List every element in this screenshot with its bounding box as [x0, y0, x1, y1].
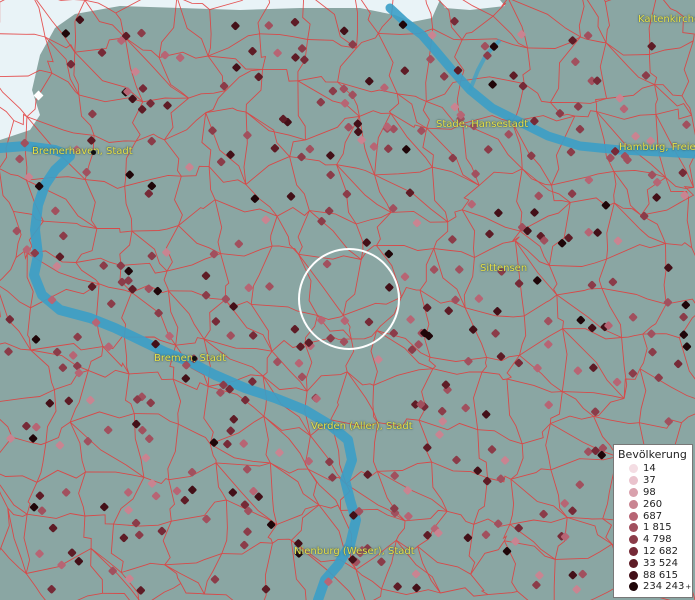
- legend-plus-mark: +: [685, 582, 692, 591]
- legend: Bevölkerung 14 37 98 260 687 1 815 4 798 12 682…: [613, 444, 693, 598]
- legend-item: 98: [618, 487, 688, 499]
- city-label-nienburg: Nienburg (Weser), Stadt: [294, 546, 415, 557]
- legend-swatch: [629, 499, 638, 509]
- city-label-verden: Verden (Aller), Stadt: [311, 421, 413, 432]
- legend-label: 234 243: [643, 581, 685, 593]
- legend-label: 98: [643, 486, 656, 498]
- legend-label: 1 815: [643, 522, 672, 534]
- city-label-stade: Stade, Hansestadt: [436, 119, 529, 130]
- legend-label: 33 524: [643, 557, 678, 569]
- legend-swatch: [629, 546, 638, 556]
- legend-item: 1 815: [618, 522, 688, 534]
- legend-label: 37: [643, 475, 656, 487]
- map-canvas[interactable]: [0, 0, 695, 600]
- legend-label: 687: [643, 510, 663, 522]
- legend-swatch: [629, 476, 638, 486]
- legend-item: 14: [618, 463, 688, 475]
- legend-swatch: [629, 511, 638, 521]
- legend-swatch: [629, 487, 638, 497]
- legend-label: 260: [643, 498, 663, 510]
- city-label-sittensen: Sittensen: [480, 263, 528, 274]
- legend-label: 88 615: [643, 569, 678, 581]
- city-marker: [91, 150, 96, 155]
- city-label-kaltenkirchen: Kaltenkirche: [638, 14, 695, 25]
- legend-item: 4 798: [618, 534, 688, 546]
- legend-item: 260: [618, 498, 688, 510]
- city-label-bremerhaven: Bremerhaven, Stadt: [32, 146, 133, 157]
- legend-swatch: [629, 558, 638, 568]
- city-label-bremen: Bremen, Stadt: [154, 353, 227, 364]
- legend-item: 234 243 +: [618, 581, 692, 593]
- legend-label: 12 682: [643, 545, 678, 557]
- legend-swatch: [629, 570, 638, 580]
- legend-item: 37: [618, 475, 688, 487]
- legend-swatch: [629, 582, 638, 592]
- legend-title: Bevölkerung: [618, 448, 687, 461]
- legend-swatch: [629, 523, 638, 533]
- legend-item: 88 615: [618, 569, 688, 581]
- legend-rows: 14 37 98 260 687 1 815 4 798 12 682 33 524 88 615…: [618, 463, 692, 593]
- legend-item: 12 682: [618, 546, 688, 558]
- population-map[interactable]: Kaltenkirche Bremerhaven, Stadt Stade, Han…: [0, 0, 695, 600]
- city-label-hamburg: Hamburg, Freie: [619, 142, 695, 153]
- legend-label: 4 798: [643, 534, 672, 546]
- legend-swatch: [629, 464, 638, 474]
- legend-label: 14: [643, 463, 656, 475]
- legend-item: 33 524: [618, 557, 688, 569]
- city-marker: [192, 356, 197, 361]
- legend-item: 687: [618, 510, 688, 522]
- legend-swatch: [629, 535, 638, 545]
